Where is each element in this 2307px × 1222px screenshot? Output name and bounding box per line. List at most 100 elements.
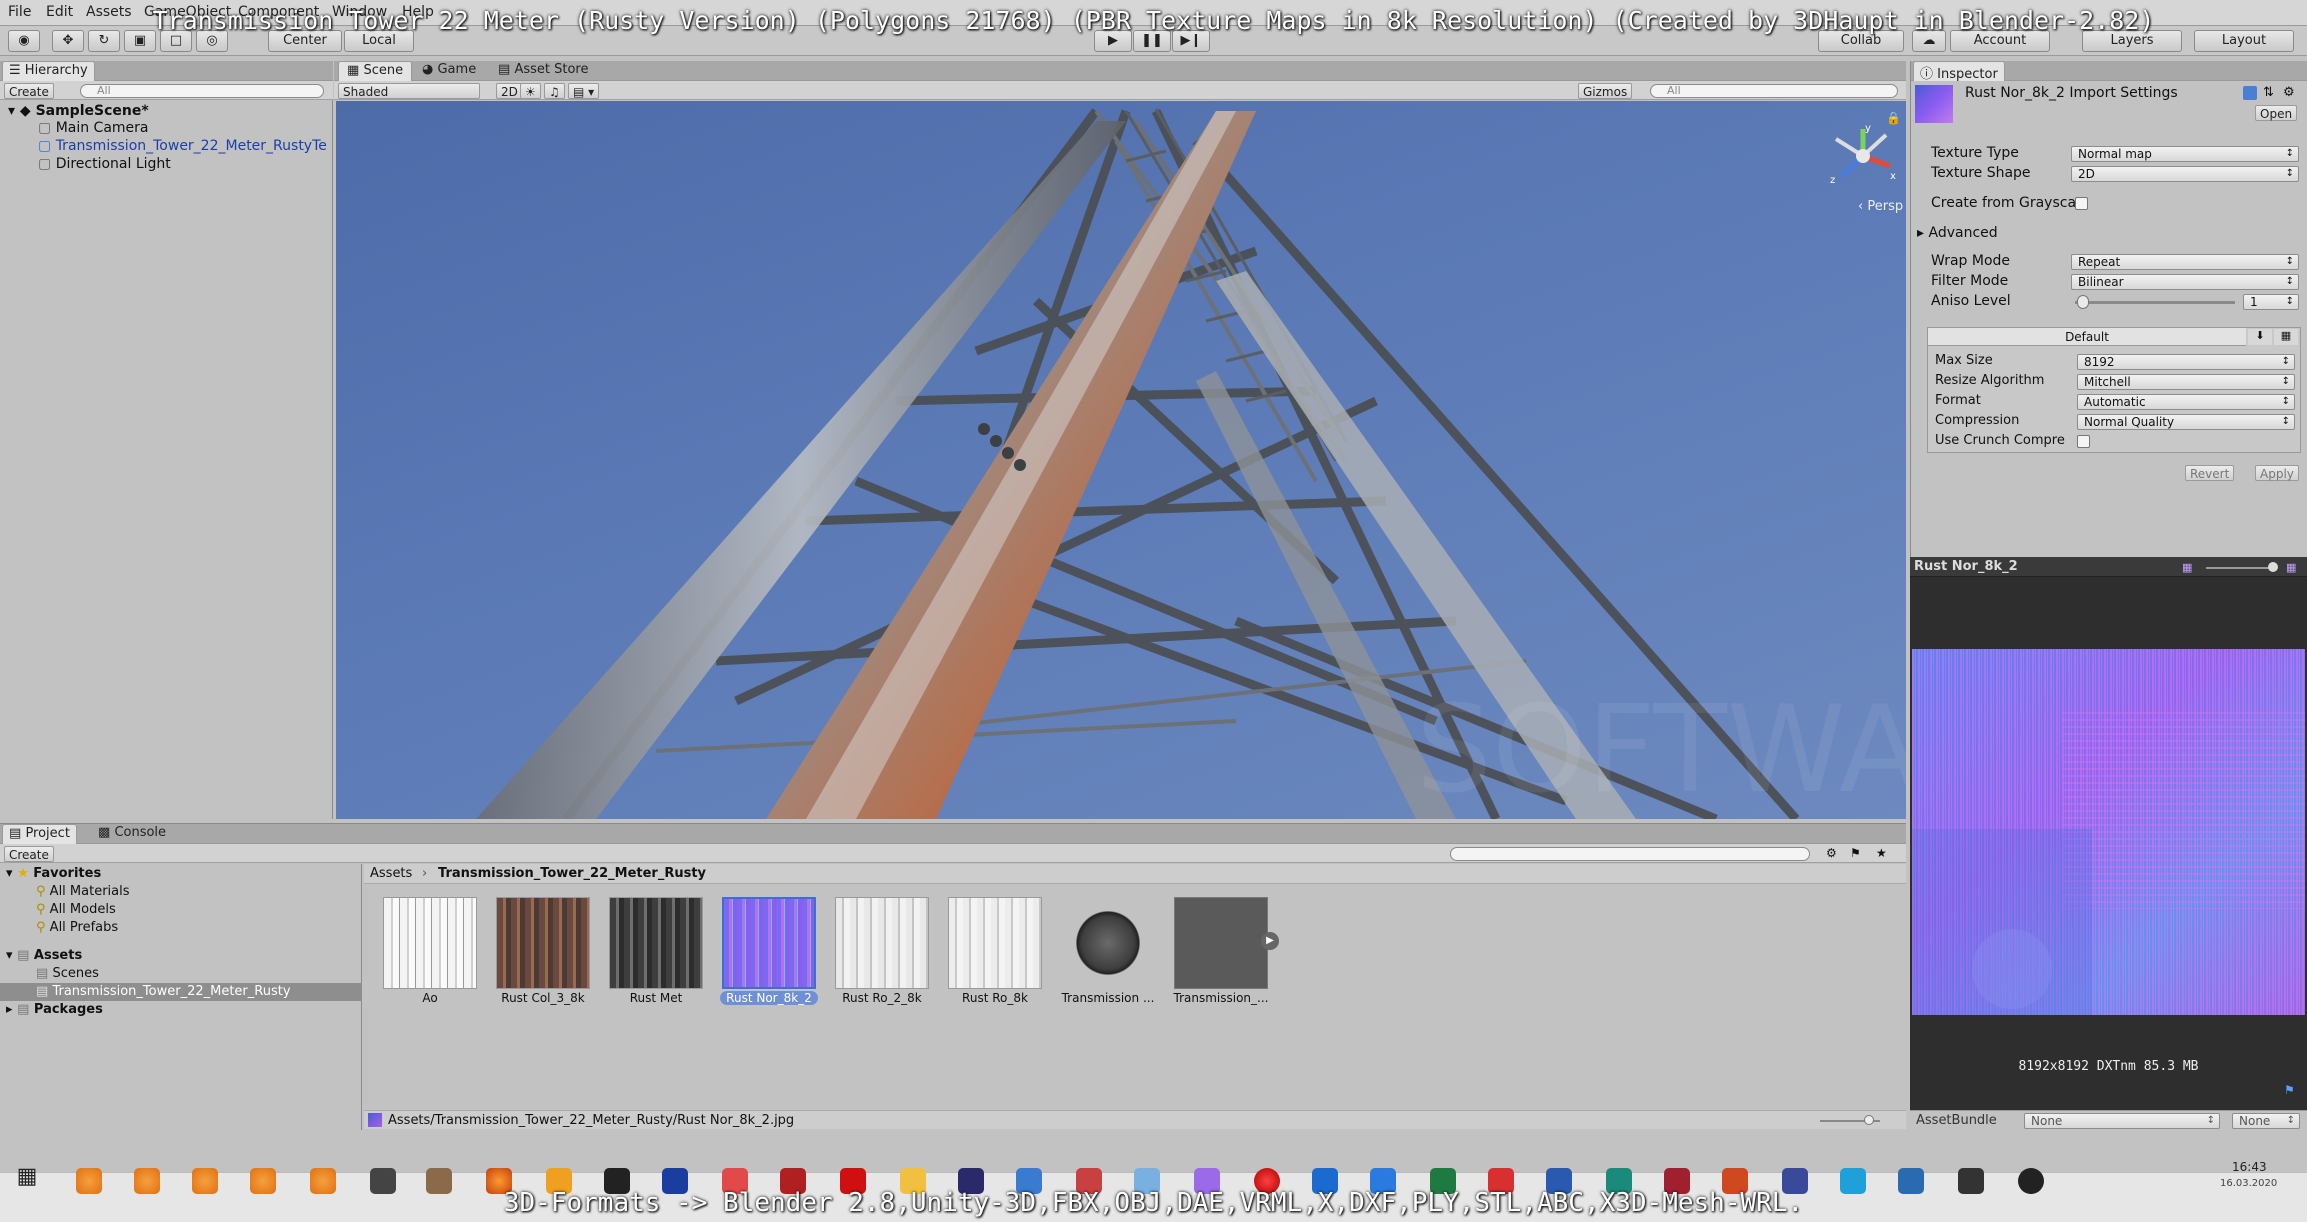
menu-help[interactable]: Help bbox=[402, 4, 434, 20]
layout-dropdown[interactable]: Layout bbox=[2194, 30, 2294, 52]
aniso-slider-track[interactable] bbox=[2075, 301, 2235, 304]
packages-folder[interactable]: ▸ ▤ Packages bbox=[6, 1002, 103, 1017]
move-tool-button[interactable]: ✥ bbox=[52, 30, 84, 52]
crunch-compression-checkbox[interactable] bbox=[2077, 435, 2090, 448]
clock-time[interactable]: 16:43 bbox=[2232, 1160, 2267, 1174]
cloud-button[interactable]: ☁ bbox=[1912, 30, 1946, 52]
resize-algorithm-dropdown[interactable]: Mitchell bbox=[2077, 374, 2295, 390]
platform-tab-default[interactable]: Default bbox=[1928, 328, 2246, 346]
breadcrumb-assets[interactable]: Assets bbox=[370, 866, 412, 881]
windows-start-icon[interactable]: ▦ bbox=[14, 1164, 40, 1190]
tab-asset-store[interactable]: ▤ Asset Store bbox=[490, 61, 596, 81]
pause-button[interactable]: ❚❚ bbox=[1133, 30, 1171, 52]
pivot-center-toggle[interactable]: Center bbox=[268, 30, 342, 52]
create-from-grayscale-checkbox[interactable] bbox=[2075, 197, 2088, 210]
help-icon[interactable] bbox=[2243, 86, 2257, 100]
pivot-local-toggle[interactable]: Local bbox=[344, 30, 414, 52]
hierarchy-search-input[interactable]: All bbox=[80, 84, 324, 98]
channel-icon[interactable]: ▦ bbox=[2182, 561, 2192, 574]
aniso-slider-handle[interactable] bbox=[2077, 295, 2089, 309]
label-tag-icon[interactable]: ⚑ bbox=[2284, 1083, 2295, 1097]
asset-thumb-transmission-model[interactable] bbox=[1174, 897, 1268, 989]
mip-slider-track[interactable] bbox=[2206, 567, 2276, 569]
assets-folder[interactable]: ▾ ▤ Assets bbox=[6, 948, 82, 963]
hierarchy-item-light[interactable]: ▢ Directional Light bbox=[38, 156, 171, 172]
filter-label-icon[interactable]: ⚑ bbox=[1850, 846, 1861, 860]
thumb-size-slider-handle[interactable] bbox=[1864, 1115, 1874, 1125]
compression-dropdown[interactable]: Normal Quality bbox=[2077, 414, 2295, 430]
project-search-input[interactable] bbox=[1450, 847, 1810, 861]
asset-thumb-rust-col[interactable] bbox=[496, 897, 590, 989]
shading-mode-dropdown[interactable]: Shaded bbox=[338, 83, 480, 99]
texture-type-dropdown[interactable]: Normal map bbox=[2071, 146, 2299, 162]
menu-component[interactable]: Component bbox=[238, 4, 319, 20]
step-button[interactable]: ▶❙ bbox=[1172, 30, 1210, 52]
menu-edit[interactable]: Edit bbox=[46, 4, 73, 20]
hierarchy-item-camera[interactable]: ▢ Main Camera bbox=[38, 120, 149, 136]
tab-console[interactable]: ▩ Console bbox=[92, 824, 172, 844]
favorite-star-icon[interactable]: ★ bbox=[1876, 846, 1887, 860]
tab-game[interactable]: ◕ Game bbox=[414, 61, 484, 81]
alpha-icon[interactable]: ▦ bbox=[2286, 561, 2296, 574]
assetbundle-dropdown[interactable]: None bbox=[2024, 1113, 2220, 1129]
tab-hierarchy[interactable]: ☰ Hierarchy bbox=[2, 61, 95, 81]
transform-tool-button[interactable]: ◎ bbox=[196, 30, 228, 52]
scale-tool-button[interactable]: ▣ bbox=[124, 30, 156, 52]
html5-icon[interactable]: ▦ bbox=[2274, 329, 2298, 345]
apply-button[interactable]: Apply bbox=[2255, 465, 2299, 481]
effects-dropdown[interactable]: ▤ ▾ bbox=[568, 83, 600, 99]
favorite-all-prefabs[interactable]: ⚲ All Prefabs bbox=[36, 920, 118, 935]
max-size-dropdown[interactable]: 8192 bbox=[2077, 354, 2295, 370]
hand-tool-button[interactable]: ◉ bbox=[8, 30, 40, 52]
scene-orientation-gizmo[interactable]: y x z bbox=[1828, 121, 1898, 191]
favorite-all-models[interactable]: ⚲ All Models bbox=[36, 902, 116, 917]
scene-root[interactable]: ▾ ◆ SampleScene* bbox=[8, 103, 149, 119]
perspective-label[interactable]: ‹ Persp bbox=[1858, 199, 1903, 214]
asset-thumb-ao[interactable] bbox=[383, 897, 477, 989]
audio-toggle[interactable]: ♫ bbox=[544, 83, 565, 99]
asset-thumb-rust-ro[interactable] bbox=[948, 897, 1042, 989]
rotate-tool-button[interactable]: ↻ bbox=[88, 30, 120, 52]
hierarchy-create-button[interactable]: Create bbox=[4, 83, 54, 99]
format-dropdown[interactable]: Automatic bbox=[2077, 394, 2295, 410]
tower-folder[interactable]: ▤ Transmission_Tower_22_Meter_Rusty bbox=[36, 984, 291, 999]
menu-file[interactable]: File bbox=[8, 4, 31, 20]
lock-icon[interactable]: 🔒 bbox=[1886, 111, 1901, 125]
assetbundle-variant-dropdown[interactable]: None bbox=[2232, 1113, 2300, 1129]
aniso-level-field[interactable]: 1 bbox=[2243, 294, 2299, 310]
project-create-button[interactable]: Create bbox=[4, 846, 54, 862]
2d-toggle[interactable]: 2D bbox=[496, 83, 523, 99]
hierarchy-item-tower[interactable]: ▢ Transmission_Tower_22_Meter_RustyTe bbox=[38, 138, 327, 154]
asset-thumb-rust-nor[interactable] bbox=[722, 897, 816, 989]
filter-type-icon[interactable]: ⚙ bbox=[1826, 846, 1837, 860]
menu-window[interactable]: Window bbox=[332, 4, 387, 20]
open-button[interactable]: Open bbox=[2255, 105, 2298, 121]
account-dropdown[interactable]: Account bbox=[1950, 30, 2050, 52]
lighting-toggle[interactable]: ☀ bbox=[520, 83, 541, 99]
play-button[interactable]: ▶ bbox=[1094, 30, 1132, 52]
asset-thumb-transmission-material[interactable] bbox=[1061, 897, 1155, 989]
menu-gameobject[interactable]: GameObject bbox=[144, 4, 231, 20]
preset-icon[interactable]: ⇅ bbox=[2263, 85, 2274, 100]
scenes-folder[interactable]: ▤ Scenes bbox=[36, 966, 99, 981]
texture-shape-dropdown[interactable]: 2D bbox=[2071, 166, 2299, 182]
rect-tool-button[interactable]: □ bbox=[160, 30, 192, 52]
asset-thumb-rust-ro2[interactable] bbox=[835, 897, 929, 989]
layers-dropdown[interactable]: Layers bbox=[2082, 30, 2182, 52]
tab-inspector[interactable]: ⓘ Inspector bbox=[1913, 61, 2005, 82]
asset-thumb-rust-met[interactable] bbox=[609, 897, 703, 989]
revert-button[interactable]: Revert bbox=[2185, 465, 2235, 481]
scene-search-input[interactable]: All bbox=[1650, 84, 1898, 98]
advanced-foldout[interactable]: ▸ Advanced bbox=[1917, 225, 1998, 241]
breadcrumb-folder[interactable]: Transmission_Tower_22_Meter_Rusty bbox=[438, 866, 706, 881]
mip-slider-handle[interactable] bbox=[2268, 562, 2278, 572]
collab-dropdown[interactable]: Collab bbox=[1818, 30, 1904, 52]
gizmos-dropdown[interactable]: Gizmos bbox=[1578, 83, 1633, 99]
favorites-folder[interactable]: ▾ ★ Favorites bbox=[6, 866, 101, 881]
wrap-mode-dropdown[interactable]: Repeat bbox=[2071, 254, 2299, 270]
gear-icon[interactable]: ⚙ bbox=[2283, 85, 2295, 100]
download-icon[interactable]: ⬇ bbox=[2248, 329, 2272, 345]
tab-project[interactable]: ▤ Project bbox=[2, 824, 77, 844]
favorite-all-materials[interactable]: ⚲ All Materials bbox=[36, 884, 130, 899]
scene-viewport[interactable]: SOFTWARE y x z ‹ Persp 🔒 bbox=[336, 101, 1906, 819]
